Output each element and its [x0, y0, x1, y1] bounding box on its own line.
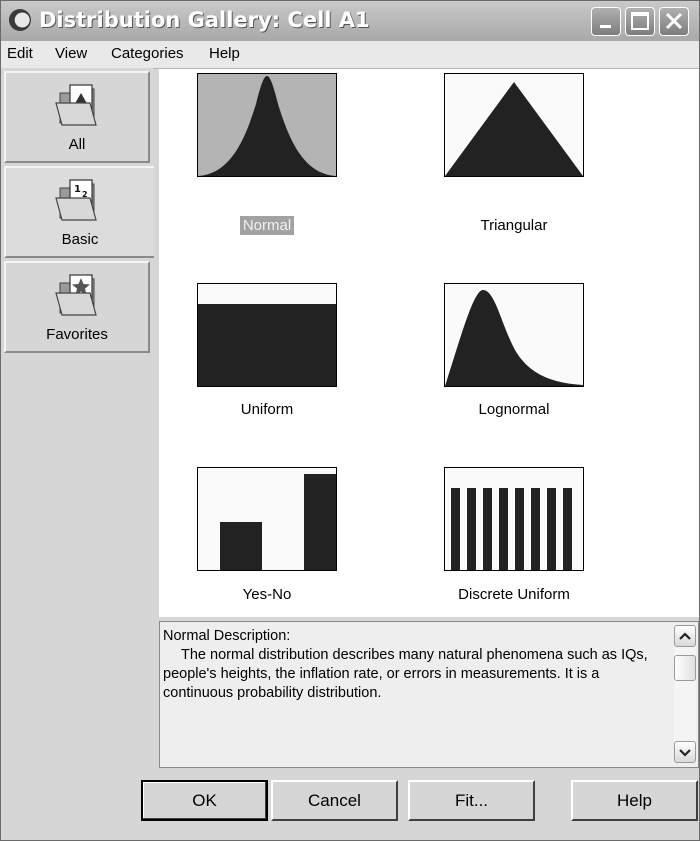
- yes-no-distribution-icon: [220, 474, 336, 570]
- fit-button[interactable]: Fit...: [408, 780, 535, 821]
- app-logo-icon: [9, 9, 31, 31]
- menu-bar: Edit View Categories Help: [1, 41, 699, 69]
- description-text: Normal Description: The normal distribut…: [163, 627, 671, 703]
- distribution-label-yes-no[interactable]: Yes-No: [167, 586, 367, 603]
- scroll-thumb[interactable]: [674, 655, 696, 681]
- description-body: The normal distribution describes many n…: [163, 647, 648, 701]
- chevron-down-icon: [679, 749, 691, 757]
- distribution-label-triangular[interactable]: Triangular: [414, 217, 614, 234]
- minimize-icon: [600, 25, 611, 28]
- distribution-item-discrete-uniform[interactable]: [444, 467, 584, 571]
- lognormal-distribution-icon: [445, 290, 583, 386]
- close-icon: [665, 12, 683, 30]
- scroll-up-button[interactable]: [674, 625, 696, 647]
- description-panel: Normal Description: The normal distribut…: [159, 621, 699, 768]
- triangular-distribution-icon: [445, 82, 583, 176]
- uniform-distribution-icon: [198, 304, 336, 386]
- category-tab-all[interactable]: All: [4, 71, 150, 163]
- discrete-uniform-distribution-icon: [451, 488, 572, 570]
- distribution-item-yes-no[interactable]: [197, 467, 337, 571]
- distribution-item-lognormal[interactable]: [444, 283, 584, 387]
- distribution-label-normal[interactable]: Normal: [167, 216, 367, 235]
- menu-view[interactable]: View: [55, 45, 87, 62]
- maximize-icon: [631, 12, 649, 30]
- distribution-label-discrete-uniform[interactable]: Discrete Uniform: [414, 586, 614, 603]
- window-title: Distribution Gallery: Cell A1: [39, 8, 370, 32]
- distribution-gallery-dialog: Distribution Gallery: Cell A1 Edit View …: [0, 0, 700, 841]
- category-label-all: All: [68, 136, 86, 153]
- description-title: Normal Description:: [163, 628, 291, 644]
- distribution-gallery: Normal Triangular Uniform Lognormal Yes-…: [159, 69, 699, 617]
- category-tab-favorites[interactable]: Favorites: [4, 261, 150, 353]
- minimize-button[interactable]: [591, 7, 621, 36]
- folder-all-icon: [55, 84, 97, 126]
- cancel-button[interactable]: Cancel: [271, 780, 398, 821]
- folder-basic-icon: 1 2: [55, 179, 97, 221]
- category-label-favorites: Favorites: [46, 326, 108, 343]
- distribution-item-normal[interactable]: [197, 73, 337, 177]
- category-sidebar: All 1 2 Basic Favorites: [1, 68, 154, 618]
- scroll-down-button[interactable]: [674, 741, 696, 763]
- close-button[interactable]: [659, 7, 689, 36]
- maximize-button[interactable]: [625, 7, 655, 36]
- category-tab-basic[interactable]: 1 2 Basic: [4, 166, 154, 258]
- title-bar[interactable]: Distribution Gallery: Cell A1: [1, 1, 699, 41]
- category-label-basic: Basic: [61, 231, 99, 248]
- distribution-item-uniform[interactable]: [197, 283, 337, 387]
- distribution-label-uniform[interactable]: Uniform: [167, 401, 367, 418]
- folder-favorites-icon: [55, 274, 97, 316]
- svg-text:1: 1: [74, 184, 81, 195]
- menu-help[interactable]: Help: [209, 45, 240, 62]
- distribution-item-triangular[interactable]: [444, 73, 584, 177]
- menu-edit[interactable]: Edit: [7, 45, 33, 62]
- ok-button[interactable]: OK: [141, 780, 268, 821]
- menu-categories[interactable]: Categories: [111, 45, 184, 62]
- description-scrollbar[interactable]: [674, 625, 696, 763]
- normal-distribution-icon: [198, 76, 336, 176]
- distribution-label-lognormal[interactable]: Lognormal: [414, 401, 614, 418]
- chevron-up-icon: [679, 632, 691, 640]
- help-button[interactable]: Help: [571, 780, 698, 821]
